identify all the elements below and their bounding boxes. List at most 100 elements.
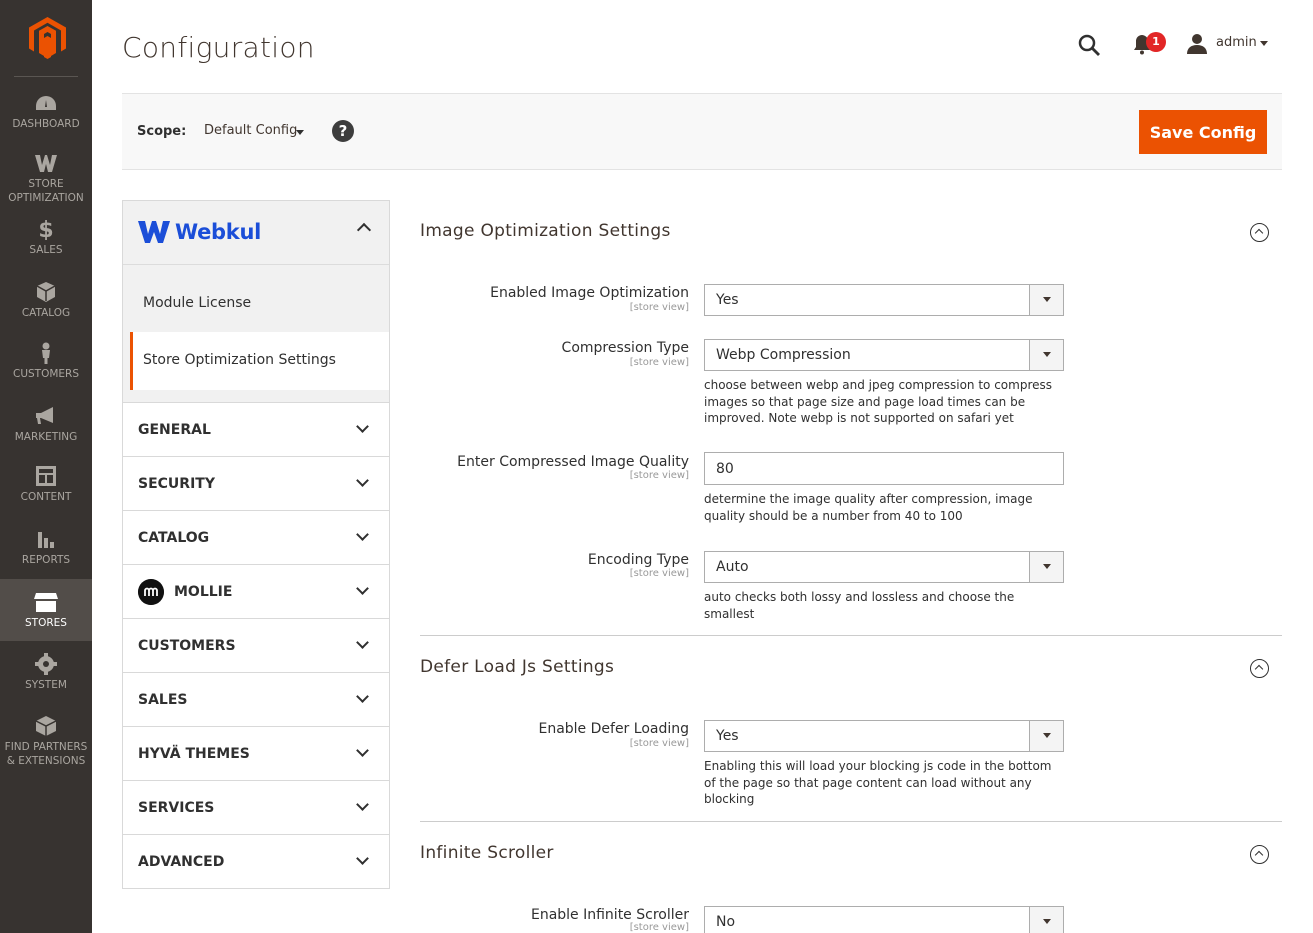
search-icon[interactable] — [1077, 33, 1101, 57]
admin-user-menu[interactable]: admin — [1216, 35, 1257, 50]
chevron-down-icon — [356, 798, 369, 811]
sidebar-item-label: SYSTEM — [25, 679, 67, 691]
dropdown-arrow-icon[interactable] — [1029, 285, 1063, 315]
section-title-defer-load-js[interactable]: Defer Load Js Settings — [420, 657, 614, 677]
sidebar-item-stores[interactable]: STORES — [0, 579, 92, 641]
chevron-up-icon[interactable] — [356, 222, 372, 238]
section-mollie[interactable]: MOLLIE — [122, 565, 390, 619]
sidebar-item-label: SALES — [29, 244, 63, 256]
gear-icon — [35, 653, 57, 675]
mollie-logo-icon — [138, 579, 164, 605]
sidebar-item-catalog[interactable]: CATALOG — [0, 281, 92, 331]
label-enabled-image-optimization: Enabled Image Optimization — [490, 285, 689, 301]
tab-module-license[interactable]: Module License — [123, 265, 389, 332]
layout-icon — [36, 466, 56, 486]
select-enable-infinite-scroller[interactable]: No — [704, 906, 1064, 933]
section-security[interactable]: SECURITY — [122, 457, 390, 511]
scope-hint: [store view] — [629, 470, 689, 481]
user-icon[interactable] — [1186, 33, 1208, 55]
dollar-icon: $ — [38, 218, 53, 240]
sidebar-item-label: CUSTOMERS — [12, 368, 79, 380]
collapse-circle-icon[interactable] — [1250, 845, 1269, 864]
section-advanced[interactable]: ADVANCED — [122, 835, 390, 889]
select-value: Yes — [716, 728, 739, 744]
section-sales[interactable]: SALES — [122, 673, 390, 727]
megaphone-icon — [36, 407, 53, 424]
select-enable-defer-loading[interactable]: Yes — [704, 720, 1064, 752]
select-value: Webp Compression — [716, 347, 851, 363]
caret-down-icon[interactable] — [296, 130, 304, 135]
select-compression-type[interactable]: Webp Compression — [704, 339, 1064, 371]
scope-hint: [store view] — [629, 568, 689, 579]
sidebar-item-customers[interactable]: CUSTOMERS — [0, 342, 92, 392]
section-label: MOLLIE — [174, 584, 233, 600]
notification-badge[interactable]: 1 — [1146, 32, 1166, 52]
sidebar-item-find-partners[interactable]: FIND PARTNERS & EXTENSIONS — [0, 715, 92, 771]
scope-label: Scope: — [137, 124, 187, 139]
tab-label: Module License — [143, 295, 252, 311]
sidebar-item-content[interactable]: CONTENT — [0, 465, 92, 515]
dropdown-arrow-icon[interactable] — [1029, 552, 1063, 582]
section-label: SALES — [138, 692, 188, 708]
chevron-down-icon — [356, 474, 369, 487]
admin-sidebar: DASHBOARD STORE OPTIMIZATION $ SALES CAT… — [0, 0, 92, 933]
magento-logo-icon[interactable] — [29, 17, 66, 59]
sidebar-item-dashboard[interactable]: DASHBOARD — [0, 92, 92, 142]
section-label: ADVANCED — [138, 854, 225, 870]
tab-label: Store Optimization Settings — [143, 352, 336, 368]
box-icon — [36, 282, 56, 302]
app-root: DASHBOARD STORE OPTIMIZATION $ SALES CAT… — [0, 0, 1313, 933]
sidebar-item-marketing[interactable]: MARKETING — [0, 405, 92, 455]
section-label: HYVÄ THEMES — [138, 746, 250, 762]
tab-store-optimization-settings[interactable]: Store Optimization Settings — [130, 332, 389, 390]
sidebar-item-reports[interactable]: REPORTS — [0, 528, 92, 578]
sidebar-item-label: FIND PARTNERS & EXTENSIONS — [4, 741, 88, 767]
sidebar-item-system[interactable]: SYSTEM — [0, 653, 92, 703]
scope-switcher[interactable]: Default Config — [204, 123, 297, 138]
sidebar-item-label: CONTENT — [20, 491, 72, 503]
section-services[interactable]: SERVICES — [122, 781, 390, 835]
scope-hint: [store view] — [629, 922, 689, 933]
webkul-tab-header[interactable]: Webkul — [123, 201, 389, 265]
section-label: SECURITY — [138, 476, 215, 492]
select-value: Auto — [716, 559, 749, 575]
webkul-w-icon — [35, 155, 57, 172]
chevron-down-icon — [356, 744, 369, 757]
sidebar-item-label: MARKETING — [14, 431, 78, 443]
section-general[interactable]: GENERAL — [122, 403, 390, 457]
svg-text:$: $ — [38, 218, 53, 240]
note-enable-defer-loading: Enabling this will load your blocking js… — [704, 759, 1052, 806]
label-enable-infinite-scroller: Enable Infinite Scroller — [530, 907, 689, 923]
section-catalog[interactable]: CATALOG — [122, 511, 390, 565]
collapse-circle-icon[interactable] — [1250, 659, 1269, 678]
page-title: Configuration — [122, 31, 315, 64]
sidebar-divider — [14, 76, 78, 77]
sidebar-item-store-optimization[interactable]: STORE OPTIMIZATION — [0, 152, 92, 208]
save-config-button[interactable]: Save Config — [1139, 110, 1267, 154]
select-encoding-type[interactable]: Auto — [704, 551, 1064, 583]
chevron-down-icon[interactable] — [1260, 41, 1268, 46]
sidebar-item-sales[interactable]: $ SALES — [0, 218, 92, 268]
dropdown-arrow-icon[interactable] — [1029, 340, 1063, 370]
bar-chart-icon — [38, 532, 54, 548]
section-divider — [420, 635, 1282, 636]
input-compressed-image-quality[interactable]: 80 — [704, 452, 1064, 485]
sidebar-item-label: REPORTS — [21, 554, 71, 566]
help-icon[interactable]: ? — [332, 120, 354, 142]
section-title-infinite-scroller[interactable]: Infinite Scroller — [420, 843, 554, 863]
webkul-logo: Webkul — [138, 220, 261, 244]
sidebar-item-label: STORE OPTIMIZATION — [8, 178, 84, 204]
collapse-circle-icon[interactable] — [1250, 223, 1269, 242]
label-encoding-type: Encoding Type — [587, 552, 689, 568]
section-label: GENERAL — [138, 422, 211, 438]
section-title-image-optimization[interactable]: Image Optimization Settings — [420, 221, 671, 241]
chevron-down-icon — [356, 582, 369, 595]
chevron-down-icon — [356, 690, 369, 703]
section-hyva-themes[interactable]: HYVÄ THEMES — [122, 727, 390, 781]
dropdown-arrow-icon[interactable] — [1029, 907, 1063, 933]
section-divider — [420, 821, 1282, 822]
select-enabled-image-optimization[interactable]: Yes — [704, 284, 1064, 316]
scope-hint: [store view] — [629, 357, 689, 368]
section-customers[interactable]: CUSTOMERS — [122, 619, 390, 673]
dropdown-arrow-icon[interactable] — [1029, 721, 1063, 751]
